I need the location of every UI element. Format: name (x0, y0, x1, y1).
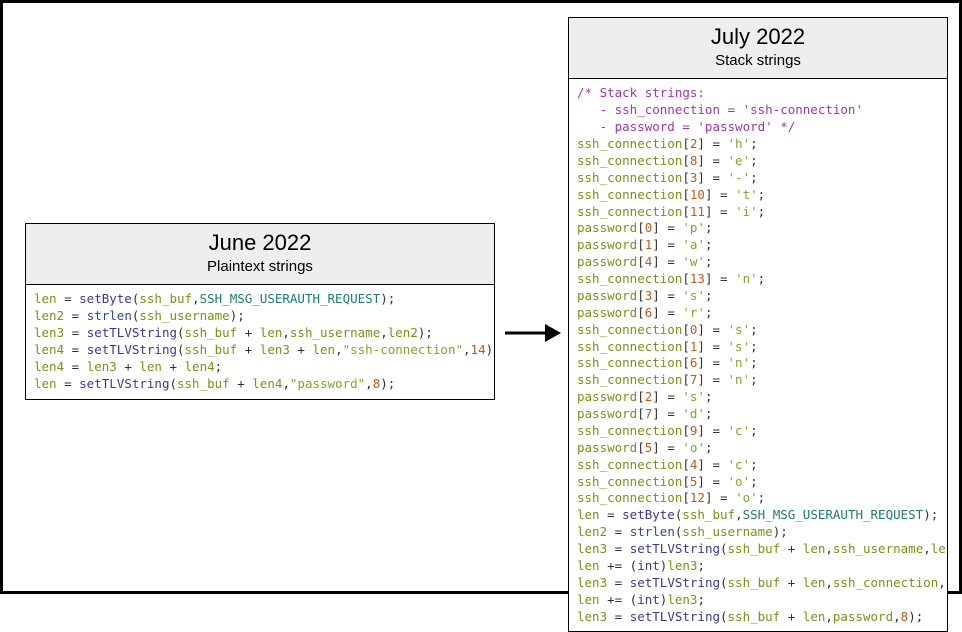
panel-subtitle-right: Stack strings (573, 52, 943, 70)
panel-title-right: July 2022 (573, 24, 943, 50)
panel-july-2022: July 2022 Stack strings /* Stack strings… (568, 17, 948, 632)
panel-subtitle-left: Plaintext strings (30, 258, 490, 276)
arrow-icon (503, 313, 563, 353)
panel-title-left: June 2022 (30, 230, 490, 256)
panel-june-2022: June 2022 Plaintext strings len = setByt… (25, 223, 495, 400)
panel-header-left: June 2022 Plaintext strings (26, 224, 494, 285)
panel-header-right: July 2022 Stack strings (569, 18, 947, 79)
code-block-left: len = setByte(ssh_buf,SSH_MSG_USERAUTH_R… (26, 285, 494, 398)
figure-canvas: June 2022 Plaintext strings len = setByt… (0, 0, 962, 594)
code-block-right: /* Stack strings: - ssh_connection = 'ss… (569, 79, 947, 631)
